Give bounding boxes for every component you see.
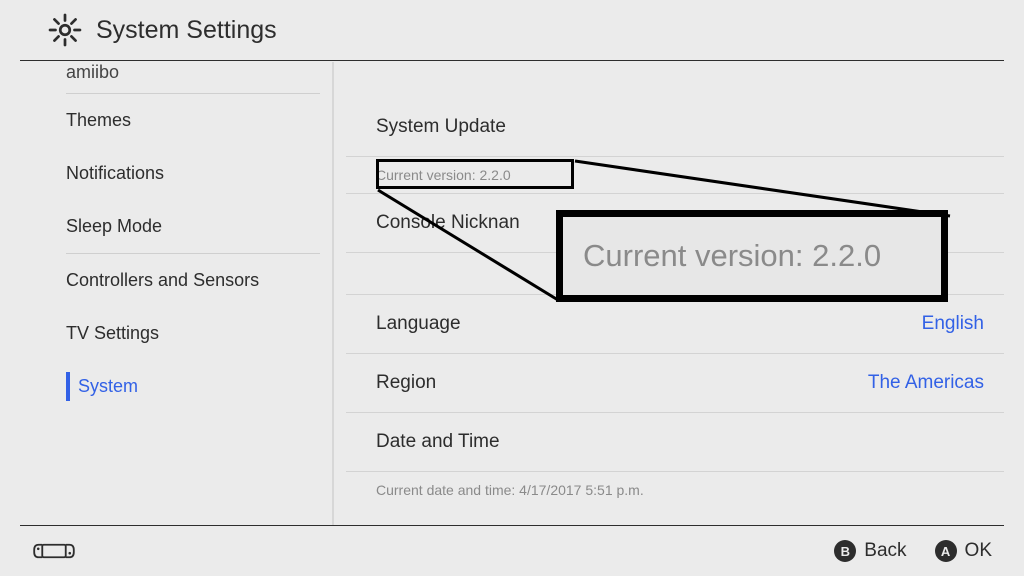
row-label: Console Nicknan: [376, 212, 520, 234]
sidebar-item-sleep-mode[interactable]: Sleep Mode: [20, 200, 320, 253]
row-language[interactable]: Language English: [346, 294, 1004, 353]
controller-icon: [32, 541, 76, 561]
row-console-nickname[interactable]: Console Nicknan: [346, 193, 1004, 252]
sidebar: amiibo Themes Notifications Sleep Mode C…: [20, 62, 320, 526]
vertical-divider: [332, 62, 334, 526]
row-region[interactable]: Region The Americas: [346, 353, 1004, 412]
row-system-update[interactable]: System Update: [346, 104, 1004, 156]
sidebar-item-tv-settings[interactable]: TV Settings: [20, 307, 320, 360]
row-value: English: [922, 313, 984, 335]
sidebar-item-themes[interactable]: Themes: [20, 94, 320, 147]
ok-button[interactable]: A OK: [935, 540, 992, 562]
current-datetime-text: Current date and time: 4/17/2017 5:51 p.…: [346, 471, 1004, 498]
content-spacer: [346, 252, 1004, 294]
row-label: Language: [376, 313, 461, 335]
row-date-time[interactable]: Date and Time: [346, 412, 1004, 471]
header: System Settings: [0, 0, 1024, 60]
sidebar-item-notifications[interactable]: Notifications: [20, 147, 320, 200]
b-button-icon: B: [834, 540, 856, 562]
footer: B Back A OK: [0, 526, 1024, 576]
row-value: The Americas: [868, 372, 984, 394]
sidebar-item-amiibo[interactable]: amiibo: [20, 62, 320, 93]
page-title: System Settings: [96, 16, 277, 45]
sidebar-item-controllers[interactable]: Controllers and Sensors: [20, 254, 320, 307]
current-version-text: Current version: 2.2.0: [346, 156, 1004, 193]
header-divider: [20, 60, 1004, 61]
content-panel: System Update Current version: 2.2.0 Con…: [346, 62, 1004, 526]
gear-icon: [48, 13, 82, 47]
body: amiibo Themes Notifications Sleep Mode C…: [20, 62, 1004, 526]
footer-buttons: B Back A OK: [834, 540, 992, 562]
back-button[interactable]: B Back: [834, 540, 906, 562]
row-label: Region: [376, 372, 436, 394]
back-label: Back: [864, 540, 906, 562]
row-label: Date and Time: [376, 431, 500, 453]
row-label: System Update: [376, 116, 506, 138]
ok-label: OK: [965, 540, 992, 562]
sidebar-item-system[interactable]: System: [20, 360, 320, 413]
a-button-icon: A: [935, 540, 957, 562]
